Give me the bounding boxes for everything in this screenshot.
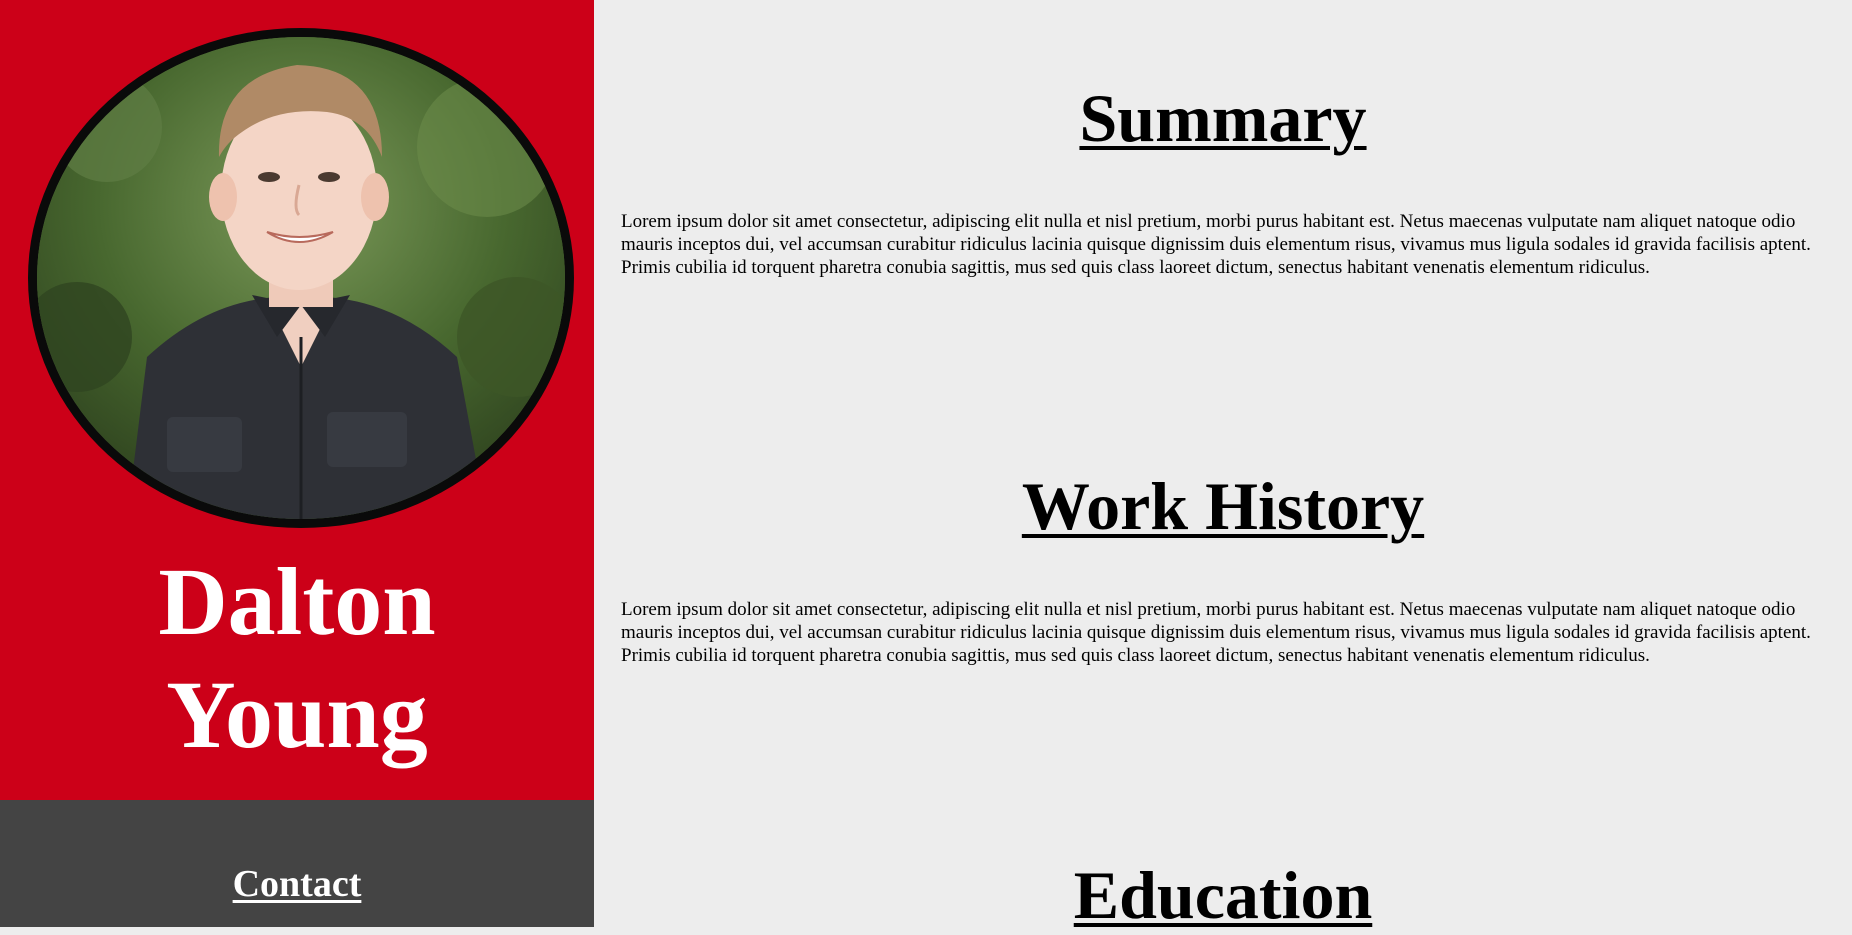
first-name: Dalton — [158, 548, 436, 655]
summary-text: Lorem ipsum dolor sit amet consectetur, … — [621, 211, 1811, 278]
summary-heading: Summary — [1079, 80, 1367, 156]
profile-photo — [37, 37, 565, 519]
main-content: Summary Lorem ipsum dolor sit amet conse… — [594, 0, 1852, 933]
profile-name: Dalton Young — [0, 545, 594, 771]
education-heading: Education — [1073, 857, 1373, 933]
last-name: Young — [166, 661, 428, 768]
work-history-heading: Work History — [1021, 468, 1425, 544]
avatar — [28, 28, 574, 528]
work-history-text: Lorem ipsum dolor sit amet consectetur, … — [621, 599, 1811, 666]
sidebar: Dalton Young Contact — [0, 0, 594, 927]
profile-panel: Dalton Young — [0, 0, 594, 800]
contact-heading: Contact — [232, 863, 362, 905]
